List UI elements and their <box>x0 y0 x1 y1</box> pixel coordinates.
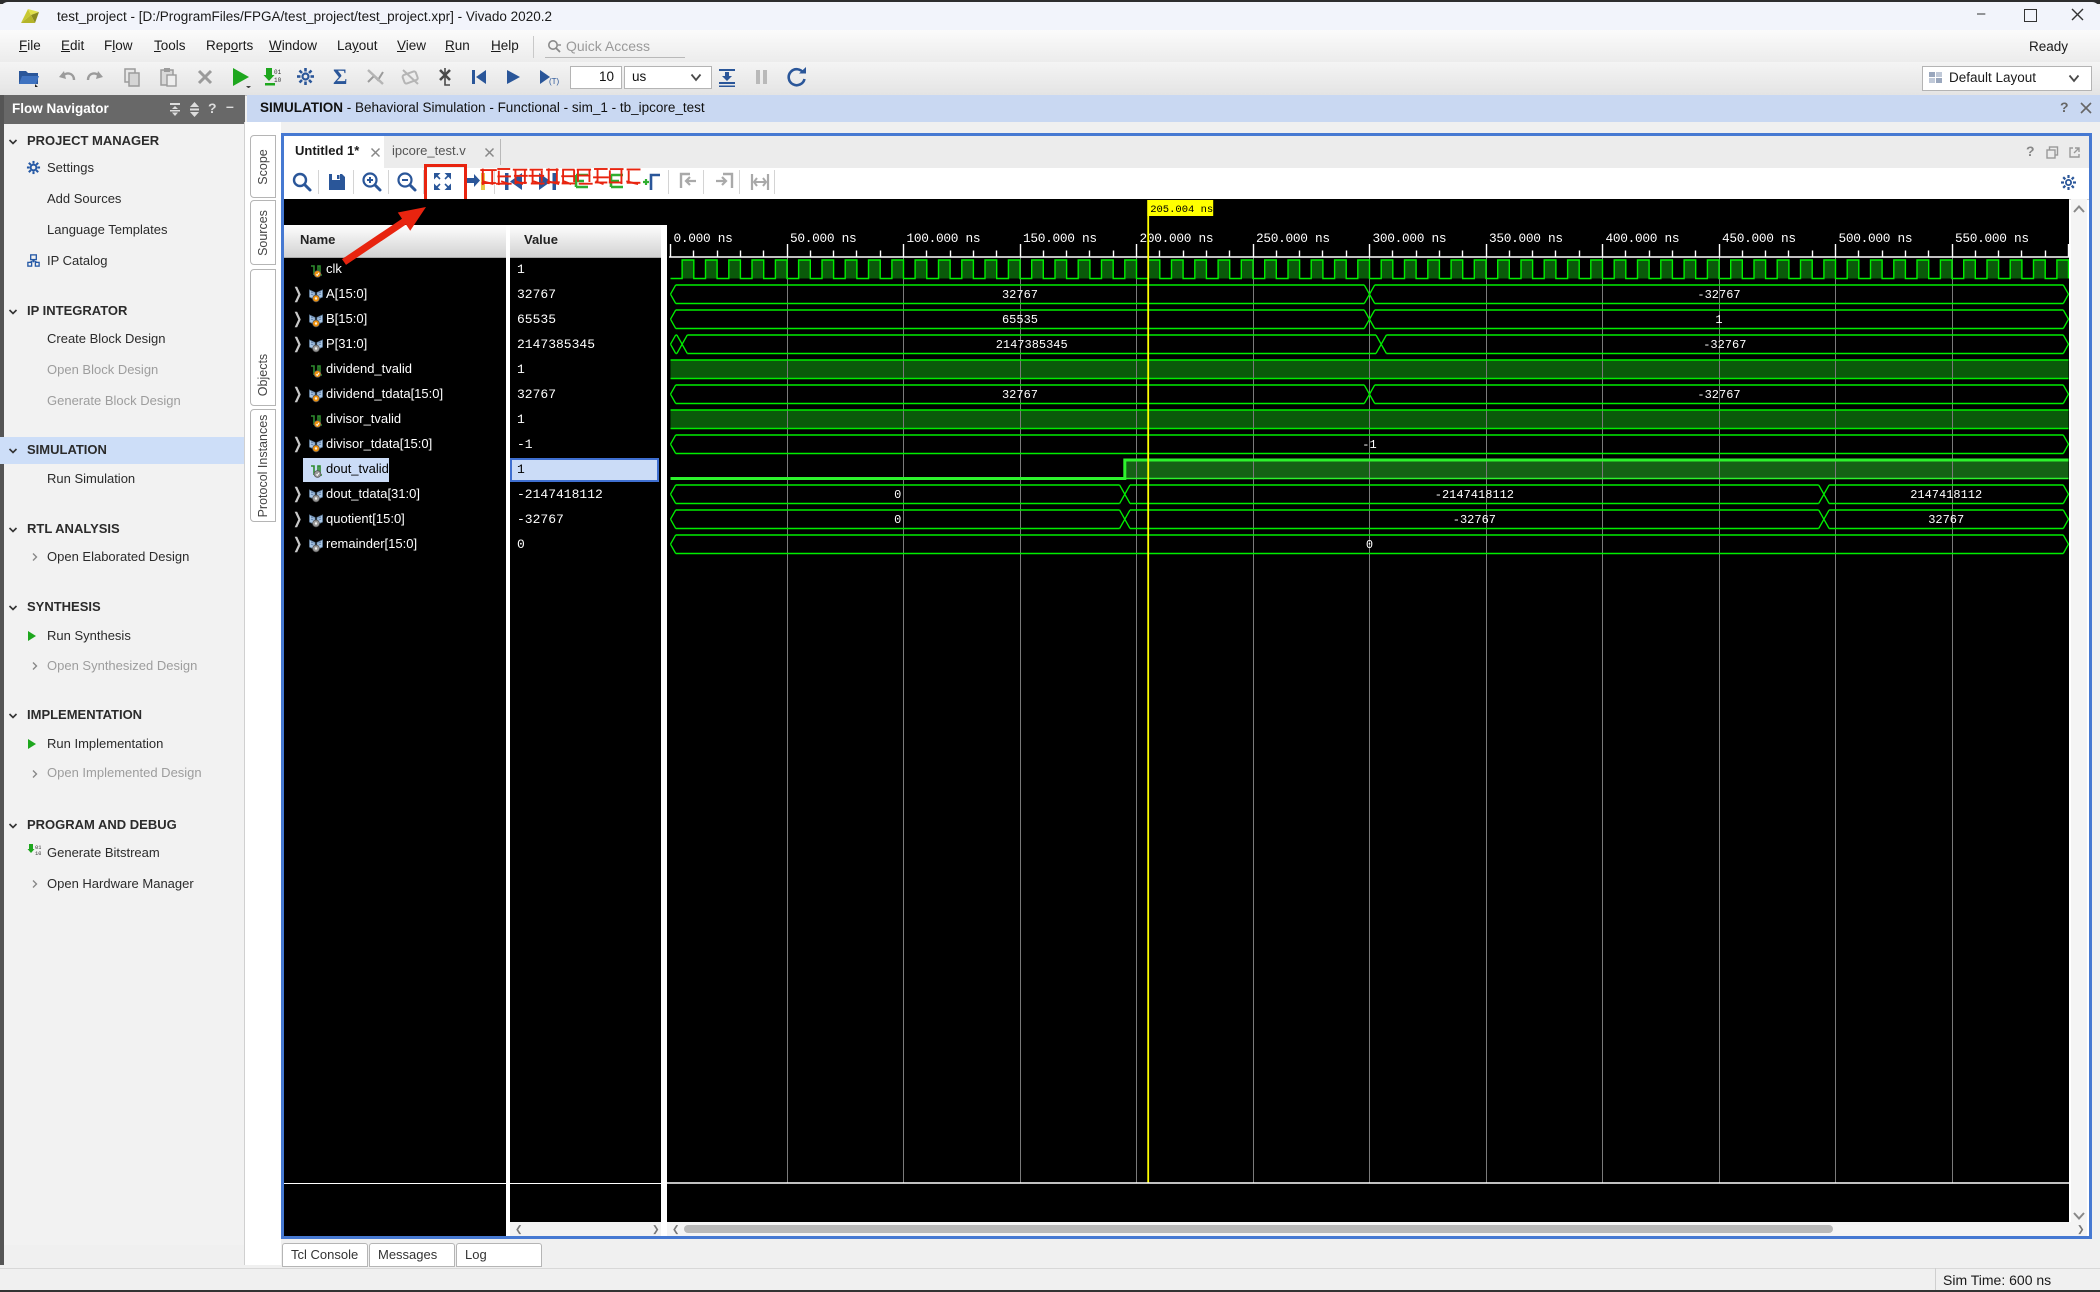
svg-text:2147418112: 2147418112 <box>1910 488 1982 502</box>
svg-text:Σ: Σ <box>333 66 347 87</box>
svg-text:-32767: -32767 <box>1697 288 1740 302</box>
svg-text:50.000 ns: 50.000 ns <box>790 231 856 246</box>
svg-text:-32767: -32767 <box>1453 513 1496 527</box>
svg-text:10: 10 <box>274 77 282 84</box>
svg-text:200.000 ns: 200.000 ns <box>1140 231 1214 246</box>
svg-text:550.000 ns: 550.000 ns <box>1955 231 2029 246</box>
svg-text:150.000 ns: 150.000 ns <box>1023 231 1097 246</box>
svg-text:32767: 32767 <box>1002 288 1038 302</box>
svg-text:250.000 ns: 250.000 ns <box>1256 231 1330 246</box>
svg-text:450.000 ns: 450.000 ns <box>1722 231 1796 246</box>
svg-text:-2147418112: -2147418112 <box>1435 488 1514 502</box>
svg-text:500.000 ns: 500.000 ns <box>1839 231 1913 246</box>
svg-text:0: 0 <box>894 513 901 527</box>
svg-text:205.004 ns: 205.004 ns <box>1150 204 1213 216</box>
svg-text:100.000 ns: 100.000 ns <box>907 231 981 246</box>
svg-text:32767: 32767 <box>1002 388 1038 402</box>
svg-text:350.000 ns: 350.000 ns <box>1489 231 1563 246</box>
svg-text:0: 0 <box>894 488 901 502</box>
svg-text:32767: 32767 <box>1928 513 1964 527</box>
svg-text:1: 1 <box>1715 313 1722 327</box>
svg-text:0: 0 <box>1366 538 1373 552</box>
svg-text:-1: -1 <box>1362 438 1376 452</box>
svg-text:(T): (T) <box>549 77 560 86</box>
svg-text:-32767: -32767 <box>1703 338 1746 352</box>
svg-text:0.000 ns: 0.000 ns <box>674 231 733 246</box>
svg-text:10: 10 <box>35 850 41 857</box>
svg-text:2147385345: 2147385345 <box>996 338 1068 352</box>
svg-text:01: 01 <box>274 69 282 76</box>
svg-text:65535: 65535 <box>1002 313 1038 327</box>
svg-text:400.000 ns: 400.000 ns <box>1606 231 1680 246</box>
svg-text:-32767: -32767 <box>1697 388 1740 402</box>
svg-text:300.000 ns: 300.000 ns <box>1373 231 1447 246</box>
